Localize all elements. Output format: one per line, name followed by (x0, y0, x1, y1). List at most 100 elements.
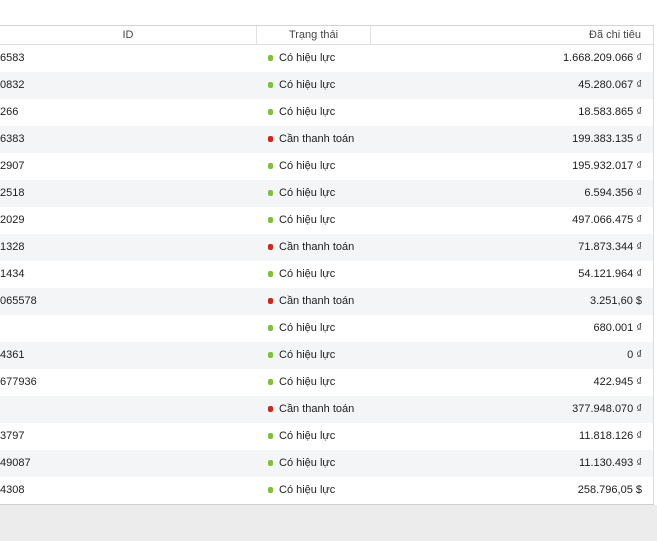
status-dot-red-icon (268, 244, 273, 250)
cell-id: 1434 (0, 268, 25, 280)
table-row[interactable]: 1434 Có hiệu lực 54.121.964 ₫ (0, 261, 653, 288)
cell-id (0, 396, 250, 423)
cell-spent: 0 ₫ (627, 349, 642, 361)
cell-id: 6583 (0, 52, 25, 64)
cell-status: Có hiệu lực (268, 261, 388, 288)
cell-spent: 1.668.209.066 ₫ (562, 52, 642, 64)
cell-id: 4308 (0, 484, 25, 496)
table-row[interactable]: 1328 Cần thanh toán 71.873.344 ₫ (0, 234, 653, 261)
status-dot-green-icon (268, 460, 273, 466)
status-label: Có hiệu lực (279, 430, 336, 442)
table-row[interactable]: 0832 Có hiệu lực 45.280.067 ₫ (0, 72, 653, 99)
status-label: Cần thanh toán (279, 133, 355, 145)
cell-status: Có hiệu lực (268, 423, 388, 450)
table-row[interactable]: 3797 Có hiệu lực 11.818.126 ₫ (0, 423, 653, 450)
status-label: Có hiệu lực (279, 52, 336, 64)
status-label: Có hiệu lực (279, 457, 336, 469)
status-dot-red-icon (268, 136, 273, 142)
cell-id: 4361 (0, 349, 25, 361)
cell-id: 1328 (0, 241, 25, 253)
cell-id: 0832 (0, 79, 25, 91)
cell-spent: 497.066.475 ₫ (572, 214, 642, 226)
cell-status: Có hiệu lực (268, 477, 388, 504)
table-row[interactable]: 4308 Có hiệu lực 258.796,05 $ (0, 477, 653, 504)
top-spacer (0, 0, 657, 25)
table-row[interactable]: 2029 Có hiệu lực 497.066.475 ₫ (0, 207, 653, 234)
cell-status: Có hiệu lực (268, 45, 388, 72)
status-dot-green-icon (268, 190, 273, 196)
table-row[interactable]: 677936 Có hiệu lực 422.945 ₫ (0, 369, 653, 396)
cell-id: 2029 (0, 214, 25, 226)
cell-status: Có hiệu lực (268, 369, 388, 396)
cell-status: Có hiệu lực (268, 315, 388, 342)
cell-spent: 6.594.356 ₫ (584, 187, 642, 199)
cell-id: 677936 (0, 376, 37, 388)
status-label: Có hiệu lực (279, 349, 336, 361)
cell-id (0, 315, 250, 342)
cell-spent: 3.251,60 $ (590, 295, 642, 307)
cell-spent: 71.873.344 ₫ (578, 241, 642, 253)
status-dot-green-icon (268, 217, 273, 223)
status-label: Cần thanh toán (279, 295, 355, 307)
table-row[interactable]: 49087 Có hiệu lực 11.130.493 ₫ (0, 450, 653, 477)
table-row[interactable]: 065578 Cần thanh toán 3.251,60 $ (0, 288, 653, 315)
cell-status: Có hiệu lực (268, 342, 388, 369)
status-label: Có hiệu lực (279, 79, 336, 91)
cell-status: Cần thanh toán (268, 234, 388, 261)
status-dot-red-icon (268, 406, 273, 412)
table-row[interactable]: 2518 Có hiệu lực 6.594.356 ₫ (0, 180, 653, 207)
status-dot-red-icon (268, 298, 273, 304)
table-row[interactable]: Có hiệu lực 680.001 ₫ (0, 315, 653, 342)
cell-id: 2518 (0, 187, 25, 199)
status-label: Có hiệu lực (279, 160, 336, 172)
status-dot-green-icon (268, 433, 273, 439)
cell-status: Có hiệu lực (268, 72, 388, 99)
window-footer (0, 505, 657, 541)
table-row[interactable]: 4361 Có hiệu lực 0 ₫ (0, 342, 653, 369)
column-header-status[interactable]: Trạng thái (256, 26, 371, 44)
cell-id: 6383 (0, 133, 25, 145)
status-dot-green-icon (268, 82, 273, 88)
accounts-table: ID Trạng thái Đã chi tiêu 6583 Có hiệu lự… (0, 25, 654, 505)
cell-spent: 45.280.067 ₫ (578, 79, 642, 91)
cell-spent: 11.818.126 ₫ (579, 430, 642, 442)
cell-status: Cần thanh toán (268, 126, 388, 153)
cell-status: Cần thanh toán (268, 396, 388, 423)
cell-spent: 199.383.135 ₫ (572, 133, 642, 145)
table-row[interactable]: 6383 Cần thanh toán 199.383.135 ₫ (0, 126, 653, 153)
status-dot-green-icon (268, 352, 273, 358)
cell-status: Có hiệu lực (268, 153, 388, 180)
cell-id: 065578 (0, 295, 37, 307)
cell-status: Có hiệu lực (268, 180, 388, 207)
status-dot-green-icon (268, 109, 273, 115)
table-header: ID Trạng thái Đã chi tiêu (0, 26, 653, 45)
status-dot-green-icon (268, 55, 273, 61)
cell-id: 49087 (0, 457, 31, 469)
status-label: Cần thanh toán (279, 241, 355, 253)
column-header-spent[interactable]: Đã chi tiêu (370, 26, 641, 44)
cell-status: Có hiệu lực (268, 450, 388, 477)
status-dot-green-icon (268, 325, 273, 331)
cell-spent: 11.130.493 ₫ (579, 457, 642, 469)
cell-status: Có hiệu lực (268, 207, 388, 234)
status-dot-green-icon (268, 379, 273, 385)
status-label: Có hiệu lực (279, 322, 336, 334)
cell-id: 3797 (0, 430, 25, 442)
table-row[interactable]: 266 Có hiệu lực 18.583.865 ₫ (0, 99, 653, 126)
status-dot-green-icon (268, 271, 273, 277)
status-label: Có hiệu lực (279, 484, 336, 496)
cell-spent: 54.121.964 ₫ (578, 268, 642, 280)
table-body: 6583 Có hiệu lực 1.668.209.066 ₫ 0832 Có hiệ… (0, 45, 653, 504)
status-dot-green-icon (268, 487, 273, 493)
status-dot-green-icon (268, 163, 273, 169)
table-row[interactable]: 6583 Có hiệu lực 1.668.209.066 ₫ (0, 45, 653, 72)
cell-status: Có hiệu lực (268, 99, 388, 126)
cell-spent: 18.583.865 ₫ (578, 106, 642, 118)
status-label: Có hiệu lực (279, 376, 336, 388)
table-row[interactable]: Cần thanh toán 377.948.070 ₫ (0, 396, 653, 423)
cell-id: 2907 (0, 160, 25, 172)
cell-spent: 422.945 ₫ (593, 376, 642, 388)
cell-spent: 258.796,05 $ (577, 484, 642, 496)
table-row[interactable]: 2907 Có hiệu lực 195.932.017 ₫ (0, 153, 653, 180)
column-header-id[interactable]: ID (0, 26, 256, 44)
